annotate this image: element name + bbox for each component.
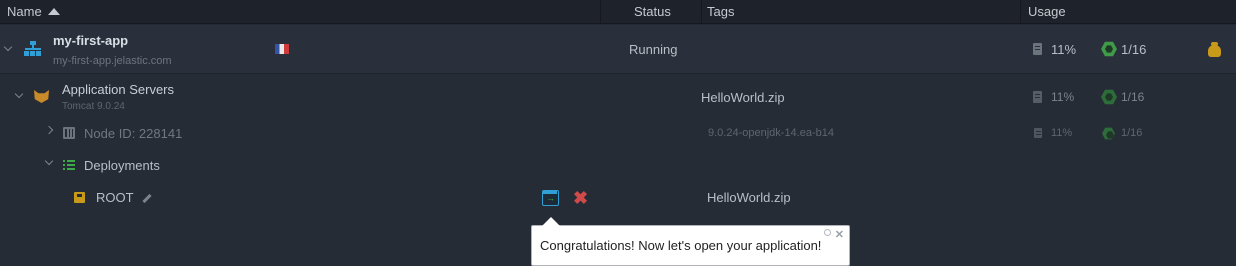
topology-tree-icon bbox=[24, 41, 42, 57]
environment-domain-link[interactable]: my-first-app.jelastic.com bbox=[53, 55, 172, 67]
environment-name[interactable]: my-first-app bbox=[53, 33, 128, 48]
money-bag-icon[interactable] bbox=[1208, 42, 1221, 57]
environment-status: Running bbox=[629, 42, 678, 57]
cloudlet-hex-icon bbox=[1101, 89, 1117, 105]
environment-row[interactable]: my-first-app my-first-app.jelastic.com R… bbox=[0, 25, 1236, 74]
cloudlet-usage: 1/16 bbox=[1121, 42, 1147, 57]
app-servers-tag: HelloWorld.zip bbox=[701, 90, 785, 105]
column-name-header[interactable]: Name bbox=[7, 0, 60, 24]
deployments-label: Deployments bbox=[84, 158, 160, 173]
column-divider[interactable] bbox=[600, 0, 601, 24]
root-label: ROOT bbox=[96, 190, 134, 205]
column-status-header[interactable]: Status bbox=[634, 0, 671, 24]
column-tags-label: Tags bbox=[707, 4, 735, 19]
column-tags-header[interactable]: Tags bbox=[707, 0, 734, 24]
sort-ascending-icon bbox=[47, 8, 60, 15]
deployments-list-icon bbox=[63, 160, 75, 170]
node-icon bbox=[63, 127, 75, 139]
environments-grid: my-first-app my-first-app.jelastic.com R… bbox=[0, 25, 1236, 213]
cloudlet-hex-icon bbox=[1101, 41, 1117, 57]
close-icon[interactable]: ✕ bbox=[835, 228, 844, 241]
root-deployment-row[interactable]: ROOT ✖ HelloWorld.zip bbox=[0, 178, 1236, 213]
grid-header: Name Status Tags Usage bbox=[0, 0, 1236, 24]
collapse-chevron-icon[interactable] bbox=[44, 156, 54, 166]
app-servers-title: Application Servers bbox=[62, 82, 174, 97]
column-status-label: Status bbox=[634, 4, 671, 19]
root-tag: HelloWorld.zip bbox=[707, 190, 791, 205]
column-usage-header[interactable]: Usage bbox=[1028, 0, 1066, 24]
node-row[interactable]: Node ID: 228141 9.0.24-openjdk-14.ea-b14… bbox=[0, 114, 1236, 146]
open-in-browser-button[interactable] bbox=[542, 190, 559, 206]
tooltip-message: Congratulations! Now let's open your app… bbox=[540, 238, 822, 253]
disk-icon bbox=[1034, 128, 1042, 138]
column-usage-label: Usage bbox=[1028, 4, 1066, 19]
root-context-icon bbox=[74, 192, 85, 203]
hint-tooltip: ✕ Congratulations! Now let's open your a… bbox=[531, 217, 850, 266]
cloudlet-usage: 1/16 bbox=[1121, 90, 1145, 104]
app-servers-version: Tomcat 9.0.24 bbox=[62, 101, 125, 112]
undeploy-close-icon[interactable]: ✖ bbox=[573, 189, 588, 207]
disk-icon bbox=[1033, 43, 1042, 55]
collapse-chevron-icon[interactable] bbox=[14, 89, 24, 99]
cloudlet-hex-icon bbox=[1102, 127, 1115, 140]
collapse-chevron-icon[interactable] bbox=[3, 42, 13, 52]
disk-usage: 11% bbox=[1051, 42, 1077, 57]
disk-usage: 11% bbox=[1051, 90, 1075, 104]
cloudlet-usage: 1/16 bbox=[1121, 127, 1143, 139]
node-label: Node ID: 228141 bbox=[84, 126, 183, 141]
app-servers-row[interactable]: Application Servers Tomcat 9.0.24 HelloW… bbox=[0, 74, 1236, 114]
expand-chevron-icon[interactable] bbox=[44, 125, 54, 135]
france-flag-icon bbox=[275, 44, 289, 54]
disk-usage: 11% bbox=[1051, 127, 1073, 139]
pin-icon[interactable] bbox=[824, 229, 831, 236]
tomcat-icon bbox=[34, 90, 49, 103]
column-divider[interactable] bbox=[1020, 0, 1021, 24]
column-name-label: Name bbox=[7, 4, 42, 19]
deployments-row[interactable]: Deployments bbox=[0, 146, 1236, 178]
rename-pencil-icon[interactable] bbox=[142, 193, 152, 204]
node-tag: 9.0.24-openjdk-14.ea-b14 bbox=[708, 127, 834, 139]
column-divider[interactable] bbox=[701, 0, 702, 24]
disk-icon bbox=[1033, 91, 1042, 103]
